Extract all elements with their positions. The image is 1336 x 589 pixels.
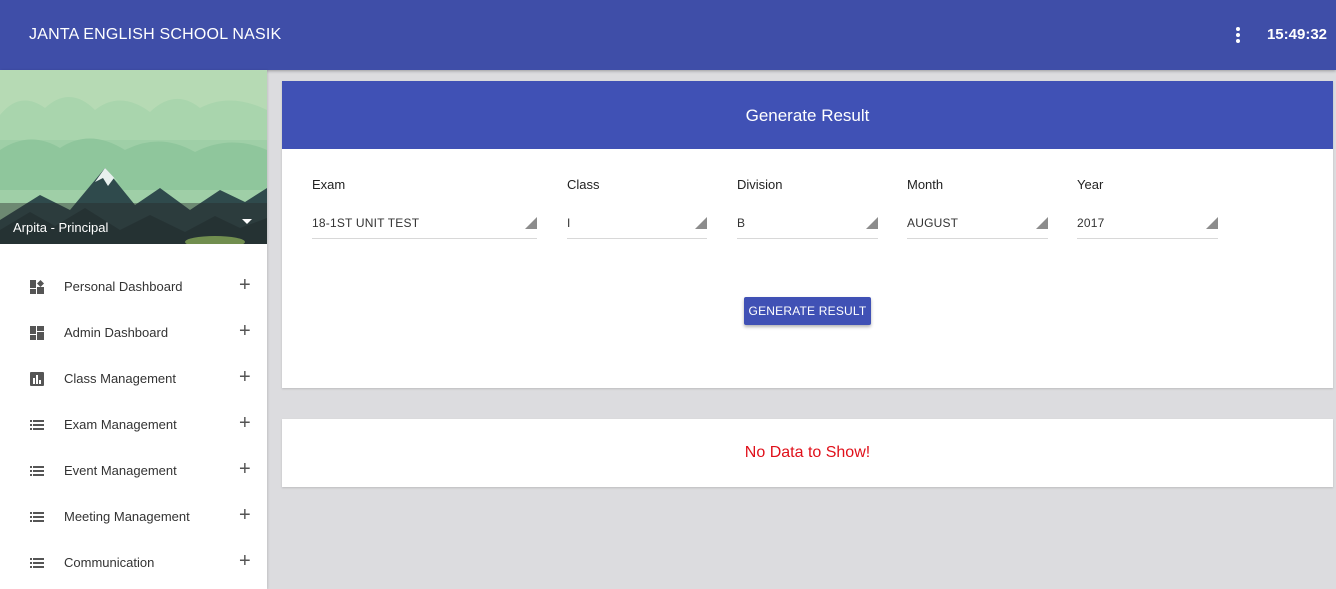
sidebar: Arpita - Principal Personal Dashboard + … <box>0 70 267 589</box>
month-select[interactable]: AUGUST <box>907 209 1048 239</box>
sidebar-item-admin-dashboard[interactable]: Admin Dashboard + <box>0 310 267 356</box>
division-select[interactable]: B <box>737 209 878 239</box>
more-vert-icon[interactable] <box>1228 24 1248 46</box>
sidebar-item-communication[interactable]: Communication + <box>0 540 267 586</box>
list-icon <box>30 512 44 522</box>
list-icon <box>30 558 44 568</box>
top-app-bar: JANTA ENGLISH SCHOOL NASIK 15:49:32 <box>0 0 1336 70</box>
class-select[interactable]: I <box>567 209 707 239</box>
profile-name: Arpita - Principal <box>13 220 109 235</box>
sidebar-item-label: Exam Management <box>64 417 177 432</box>
year-select-value: 2017 <box>1077 216 1105 230</box>
dropdown-arrow-icon <box>695 217 707 229</box>
dropdown-arrow-icon <box>866 217 878 229</box>
class-label: Class <box>567 177 600 192</box>
sidebar-item-label: Class Management <box>64 371 176 386</box>
sidebar-item-personal-dashboard[interactable]: Personal Dashboard + <box>0 264 267 310</box>
list-icon <box>30 420 44 430</box>
division-select-value: B <box>737 216 746 230</box>
caret-down-icon[interactable] <box>242 219 252 224</box>
sidebar-item-label: Personal Dashboard <box>64 279 183 294</box>
year-select[interactable]: 2017 <box>1077 209 1218 239</box>
sidebar-item-class-management[interactable]: Class Management + <box>0 356 267 402</box>
profile-banner: Arpita - Principal <box>0 70 267 244</box>
expand-plus-icon[interactable]: + <box>239 457 251 481</box>
sidebar-item-label: Admin Dashboard <box>64 325 169 340</box>
results-card: No Data to Show! <box>282 419 1333 487</box>
year-label: Year <box>1077 177 1104 192</box>
sidebar-item-label: Event Management <box>64 463 177 478</box>
dropdown-arrow-icon <box>1036 217 1048 229</box>
dropdown-arrow-icon <box>1206 217 1218 229</box>
sidebar-item-label: Meeting Management <box>64 509 190 524</box>
card-header: Generate Result <box>282 81 1333 149</box>
sidebar-item-meeting-management[interactable]: Meeting Management + <box>0 494 267 540</box>
dashboard-plus-icon <box>30 280 44 294</box>
no-data-message: No Data to Show! <box>744 444 871 461</box>
sidebar-item-label: Communication <box>64 555 155 570</box>
division-label: Division <box>737 177 783 192</box>
generate-result-card: Generate Result Exam 18-1ST UNIT TEST Cl… <box>282 81 1333 388</box>
class-select-value: I <box>567 216 571 230</box>
sidebar-item-exam-management[interactable]: Exam Management + <box>0 402 267 448</box>
app-title: JANTA ENGLISH SCHOOL NASIK <box>29 26 282 43</box>
generate-result-button[interactable]: GENERATE RESULT <box>744 297 871 325</box>
expand-plus-icon[interactable]: + <box>239 273 251 297</box>
bar-chart-icon <box>30 372 44 386</box>
sidebar-item-event-management[interactable]: Event Management + <box>0 448 267 494</box>
month-label: Month <box>907 177 944 192</box>
list-icon <box>30 466 44 476</box>
expand-plus-icon[interactable]: + <box>239 365 251 389</box>
exam-select[interactable]: 18-1ST UNIT TEST <box>312 209 537 239</box>
card-title: Generate Result <box>745 106 870 125</box>
clock: 15:49:32 <box>1266 26 1327 43</box>
exam-label: Exam <box>312 177 346 192</box>
expand-plus-icon[interactable]: + <box>239 503 251 527</box>
expand-plus-icon[interactable]: + <box>239 319 251 343</box>
dropdown-arrow-icon <box>525 217 537 229</box>
dashboard-icon <box>30 326 44 340</box>
exam-select-value: 18-1ST UNIT TEST <box>312 216 420 230</box>
month-select-value: AUGUST <box>907 216 959 230</box>
expand-plus-icon[interactable]: + <box>239 411 251 435</box>
expand-plus-icon[interactable]: + <box>239 549 251 573</box>
